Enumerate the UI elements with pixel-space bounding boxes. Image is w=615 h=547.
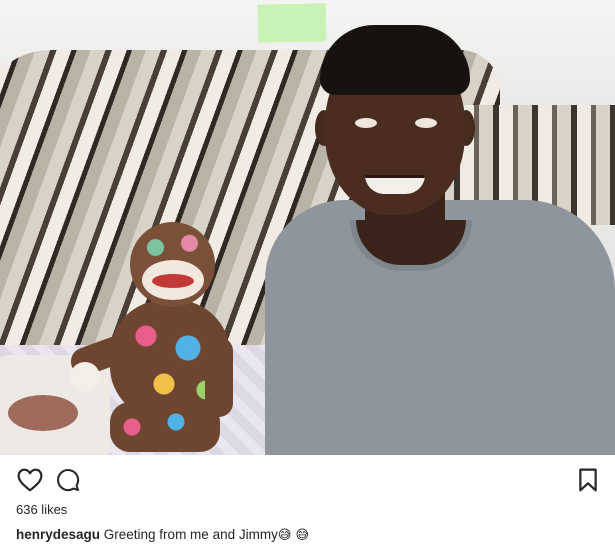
bookmark-outline-icon (579, 468, 597, 492)
save-button[interactable] (574, 467, 602, 493)
caption-emoji: 😅 😅 (277, 528, 310, 543)
post-caption: henrydesagu Greeting from me and Jimmy😅 … (16, 527, 309, 543)
person (265, 25, 615, 455)
action-bar (0, 455, 615, 503)
like-button[interactable] (16, 467, 44, 493)
sock-monkey-toy (67, 222, 240, 455)
monkey-hand (70, 362, 100, 392)
heart-outline-icon (17, 468, 43, 492)
comment-button[interactable] (54, 467, 82, 493)
caption-username[interactable]: henrydesagu (16, 527, 100, 542)
instagram-post: 636 likes henrydesagu Greeting from me a… (0, 0, 615, 547)
cushion-pattern (8, 395, 78, 431)
person-smile (365, 175, 425, 194)
likes-count[interactable]: 636 likes (16, 502, 67, 517)
person-hair (320, 25, 470, 95)
person-eye-left (355, 118, 377, 128)
person-eye-right (415, 118, 437, 128)
monkey-mouth (152, 274, 194, 288)
monkey-legs (110, 402, 220, 452)
comment-bubble-icon (57, 469, 80, 492)
caption-text: Greeting from me and Jimmy (100, 527, 278, 542)
post-photo[interactable] (0, 0, 615, 455)
